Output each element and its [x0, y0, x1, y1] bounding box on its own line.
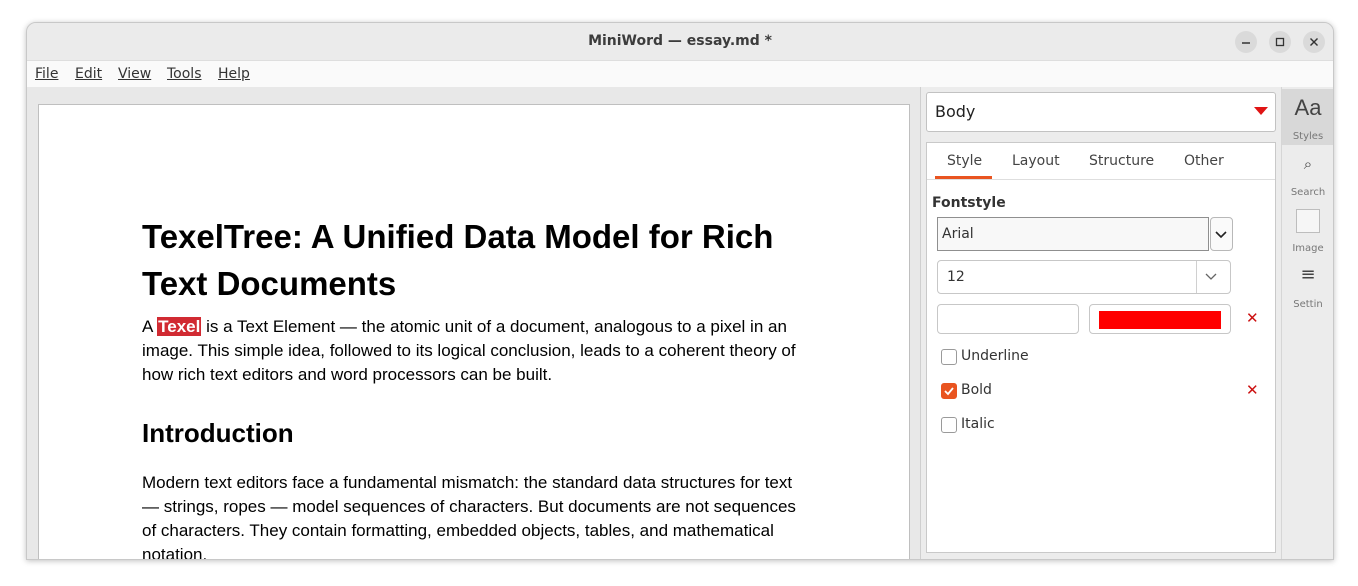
style-panel: Body Style Layout Structure Other Fontst…: [921, 87, 1281, 559]
tab-structure[interactable]: Structure: [1089, 153, 1154, 169]
minimize-icon: [1242, 42, 1250, 44]
sidebar-item-styles[interactable]: Aa Styles: [1282, 89, 1333, 145]
format-tabs: Style Layout Structure Other Fontstyle A…: [926, 142, 1276, 553]
tab-layout[interactable]: Layout: [1012, 153, 1060, 169]
menu-edit[interactable]: Edit: [75, 66, 102, 82]
chevron-down-icon: [1215, 231, 1227, 239]
sidebar-label-styles: Styles: [1292, 131, 1324, 142]
tab-style[interactable]: Style: [947, 153, 982, 169]
dropdown-arrow-icon: [1254, 107, 1268, 115]
underline-label: Underline: [961, 348, 1029, 364]
menu-tools[interactable]: Tools: [167, 66, 202, 82]
tab-other[interactable]: Other: [1184, 153, 1224, 169]
menu-view[interactable]: View: [118, 66, 151, 82]
intro-text-before: A: [142, 317, 158, 336]
underline-checkbox[interactable]: [941, 349, 957, 365]
tab-bar: Style Layout Structure Other: [927, 143, 1275, 180]
text-style-icon: Aa: [1294, 95, 1322, 120]
checkmark-icon: [944, 387, 954, 396]
font-color-button[interactable]: [1089, 304, 1231, 334]
active-tab-indicator: [935, 176, 992, 179]
fontstyle-label: Fontstyle: [932, 195, 1006, 211]
minimize-button[interactable]: [1235, 31, 1257, 53]
font-family-dropdown-button[interactable]: [1210, 217, 1233, 251]
sidebar-item-image[interactable]: Image: [1282, 201, 1333, 257]
sidebar-item-settings[interactable]: ≡ Settin: [1282, 257, 1333, 313]
clear-bold-button[interactable]: ✕: [1246, 381, 1259, 399]
font-size-value: 12: [947, 269, 965, 285]
menu-bar: File Edit View Tools Help: [27, 60, 1333, 88]
right-sidebar: Aa Styles ⌕ Search Image ≡ Settin: [1281, 87, 1333, 559]
image-icon: [1296, 209, 1320, 233]
settings-icon: ≡: [1300, 264, 1316, 285]
close-button[interactable]: [1303, 31, 1325, 53]
sidebar-label-search: Search: [1290, 187, 1326, 198]
document-area: TexelTree: A Unified Data Model for Rich…: [27, 87, 921, 559]
sidebar-label-settings: Settin: [1293, 299, 1323, 310]
close-icon: [1310, 38, 1318, 46]
body-paragraph: Modern text editors face a fundamental m…: [142, 473, 796, 560]
italic-checkbox[interactable]: [941, 417, 957, 433]
font-family-field[interactable]: Arial: [937, 217, 1209, 251]
menu-edit-label: Edit: [75, 66, 103, 82]
bold-checkbox[interactable]: [941, 383, 957, 399]
paragraph-style-select[interactable]: Body: [926, 92, 1276, 132]
maximize-button[interactable]: [1269, 31, 1291, 53]
search-icon: ⌕: [1303, 155, 1313, 173]
bold-label: Bold: [961, 382, 992, 398]
intro-text-after: is a Text Element — the atomic unit of a…: [142, 317, 796, 384]
intro-paragraph: A Texel is a Text Element — the atomic u…: [142, 315, 802, 387]
window-title: MiniWord — essay.md *: [588, 33, 772, 49]
chevron-down-icon: [1205, 273, 1217, 280]
italic-label: Italic: [961, 416, 995, 432]
paragraph-style-value: Body: [935, 102, 976, 121]
app-window: MiniWord — essay.md * File Edit View Too…: [26, 22, 1334, 560]
section-heading: Introduction: [142, 418, 294, 448]
document-page[interactable]: TexelTree: A Unified Data Model for Rich…: [38, 104, 910, 560]
titlebar: MiniWord — essay.md *: [27, 23, 1333, 60]
menu-file[interactable]: File: [35, 66, 58, 82]
font-size-divider: [1196, 261, 1197, 293]
menu-view-label: View: [118, 66, 152, 82]
font-family-value: Arial: [942, 226, 974, 242]
clear-color-button[interactable]: ✕: [1246, 309, 1259, 327]
maximize-icon: [1275, 37, 1285, 47]
menu-help[interactable]: Help: [218, 66, 250, 82]
sidebar-item-search[interactable]: ⌕ Search: [1282, 145, 1333, 201]
selected-text: Texel: [157, 317, 202, 336]
font-size-select[interactable]: 12: [937, 260, 1231, 294]
menu-tools-label: Tools: [167, 66, 202, 82]
document-title: TexelTree: A Unified Data Model for Rich…: [142, 218, 774, 302]
background-color-button[interactable]: [937, 304, 1079, 334]
sidebar-label-image: Image: [1292, 243, 1324, 254]
menu-help-label: Help: [218, 66, 250, 82]
font-color-swatch: [1099, 311, 1221, 329]
menu-file-label: File: [35, 66, 59, 82]
